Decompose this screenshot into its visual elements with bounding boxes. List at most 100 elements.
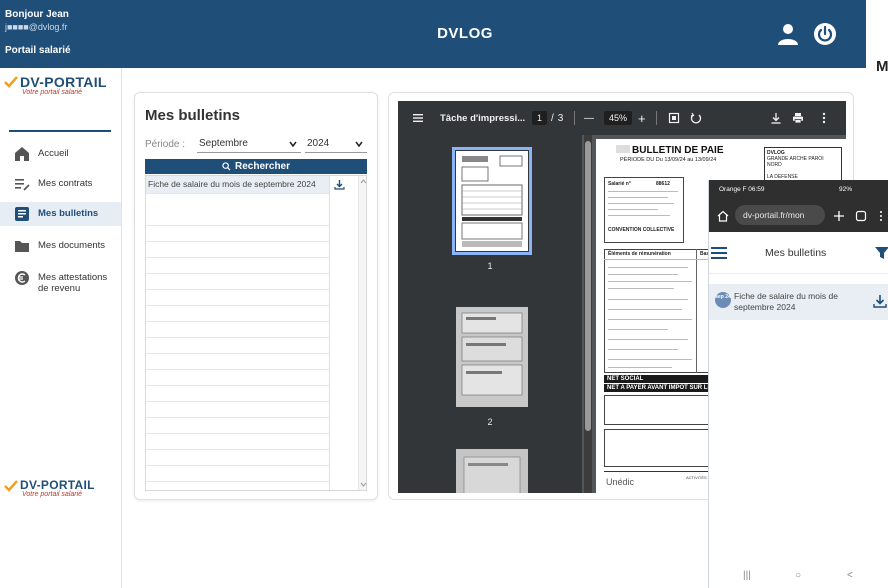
text-line <box>608 203 674 204</box>
sidebar-item-documents[interactable]: Mes documents <box>0 238 121 260</box>
table-line <box>608 309 682 310</box>
search-icon <box>222 162 231 171</box>
text-line <box>608 209 658 210</box>
list-item-empty <box>146 274 329 290</box>
power-icon[interactable] <box>813 22 837 46</box>
page-total: 3 <box>557 112 564 124</box>
viewer-toolbar: Tâche d'impressi... 1 / 3 — 45% + <box>398 101 846 135</box>
menu-icon[interactable] <box>711 246 727 260</box>
search-label: Rechercher <box>234 161 291 172</box>
fit-page-button[interactable] <box>668 101 680 135</box>
month-select[interactable]: Septembre <box>197 135 301 153</box>
home-button[interactable]: ○ <box>795 570 801 581</box>
sidebar-item-contrats[interactable]: Mes contrats <box>0 176 121 198</box>
scroll-up-icon[interactable] <box>360 178 367 185</box>
recent-apps-button[interactable]: ||| <box>743 570 751 581</box>
app-root: Bonjour Jean j■■■■@dvlog.fr Portail sala… <box>0 0 888 588</box>
logo-check-icon <box>4 76 18 88</box>
page-current[interactable]: 1 <box>532 111 548 125</box>
salarie-number: 88612 <box>656 181 670 187</box>
salarie-label: Salarié n° <box>608 181 631 187</box>
chevron-down-icon <box>355 141 363 147</box>
company-address: GRANDE ARCHE PAROI NORD <box>767 156 824 168</box>
table-divider <box>696 249 697 373</box>
rotate-button[interactable] <box>690 101 702 135</box>
page-indicator[interactable]: 1 / 3 <box>532 101 563 135</box>
download-icon <box>771 113 781 124</box>
list-item-empty <box>146 258 329 274</box>
list-item-empty <box>146 402 329 418</box>
filter-icon[interactable] <box>875 246 888 260</box>
download-icon[interactable] <box>334 179 345 190</box>
more-options-button[interactable] <box>818 101 830 135</box>
download-icon[interactable] <box>873 294 887 308</box>
year-select[interactable]: 2024 <box>305 135 367 153</box>
zoom-in-button[interactable]: + <box>638 101 646 135</box>
user-icon[interactable] <box>776 22 800 46</box>
logo-top: DV-PORTAIL Votre portail salarié <box>4 74 107 96</box>
list-column-divider <box>329 176 330 490</box>
more-vert-icon[interactable] <box>877 210 885 222</box>
viewer-menu-button[interactable] <box>412 101 424 135</box>
phone-list-item[interactable]: sep 24 Fiche de salaire du mois de septe… <box>709 284 888 320</box>
list-item-empty <box>146 338 329 354</box>
toolbar-divider <box>574 111 575 125</box>
logo-brand: DV-PORTAIL <box>20 478 95 492</box>
phone-item-label: Fiche de salaire du mois de septembre 20… <box>734 291 838 312</box>
url-text: dv-portail.fr/mon <box>743 210 805 220</box>
search-button[interactable]: Rechercher <box>145 159 367 174</box>
scroll-down-icon[interactable] <box>360 481 367 488</box>
toolbar-divider <box>656 111 657 125</box>
back-button[interactable]: < <box>847 570 853 581</box>
viewer-scrollbar[interactable] <box>584 135 592 493</box>
period-label: Période : <box>145 139 186 150</box>
logo-check-icon <box>4 480 18 492</box>
phone-status-bar: Orange F 06:59 92% <box>709 180 888 200</box>
text-line <box>608 191 678 192</box>
list-item[interactable]: Fiche de salaire du mois de septembre 20… <box>146 176 329 194</box>
download-button[interactable] <box>770 101 782 135</box>
page-thumbnail-2[interactable] <box>456 307 528 407</box>
list-item-empty <box>146 322 329 338</box>
url-field[interactable]: dv-portail.fr/mon <box>735 205 825 225</box>
zoom-level[interactable]: 45% <box>604 101 633 135</box>
folder-icon <box>15 241 29 252</box>
table-line <box>608 329 668 330</box>
print-icon <box>793 113 803 124</box>
list-scrollbar[interactable] <box>358 176 367 490</box>
page-thumbnail-3[interactable] <box>456 449 528 493</box>
sidebar-item-accueil[interactable]: Accueil <box>0 146 121 168</box>
tabs-icon[interactable] <box>855 210 867 222</box>
table-line <box>608 288 674 289</box>
thumbnail-label: 2 <box>487 417 493 427</box>
sidebar-item-attestations[interactable]: Mes attestations de revenu <box>0 270 121 296</box>
greeting-text: Bonjour Jean <box>5 9 69 20</box>
logo-tagline: Votre portail salarié <box>22 89 83 96</box>
year-value: 2024 <box>307 138 330 149</box>
print-button[interactable] <box>792 101 804 135</box>
fit-page-icon <box>668 112 680 124</box>
table-line <box>608 281 692 282</box>
sidebar-item-label: Mes contrats <box>38 178 93 189</box>
list-item-empty <box>146 418 329 434</box>
home-icon <box>15 147 29 161</box>
home-icon[interactable] <box>717 210 729 222</box>
table-line <box>608 299 688 300</box>
euro-icon <box>15 271 29 285</box>
list-item-empty <box>146 450 329 466</box>
phone-title: Mes bulletins <box>765 247 827 259</box>
table-line <box>608 367 672 368</box>
logo-tagline: Votre portail salarié <box>22 491 83 498</box>
zoom-out-button[interactable]: — <box>584 101 594 135</box>
date-badge: sep 24 <box>715 292 731 308</box>
scrollbar-thumb[interactable] <box>585 141 591 431</box>
totals-box <box>604 429 714 467</box>
bulletins-list: Fiche de salaire du mois de septembre 20… <box>145 175 367 491</box>
sidebar-item-bulletins[interactable]: Mes bulletins <box>0 202 121 226</box>
new-tab-icon[interactable] <box>833 210 845 222</box>
list-item-empty <box>146 434 329 450</box>
list-item-empty <box>146 306 329 322</box>
page-separator: / <box>551 112 554 124</box>
page-thumbnail-1[interactable] <box>452 147 532 255</box>
table-line <box>608 267 688 268</box>
